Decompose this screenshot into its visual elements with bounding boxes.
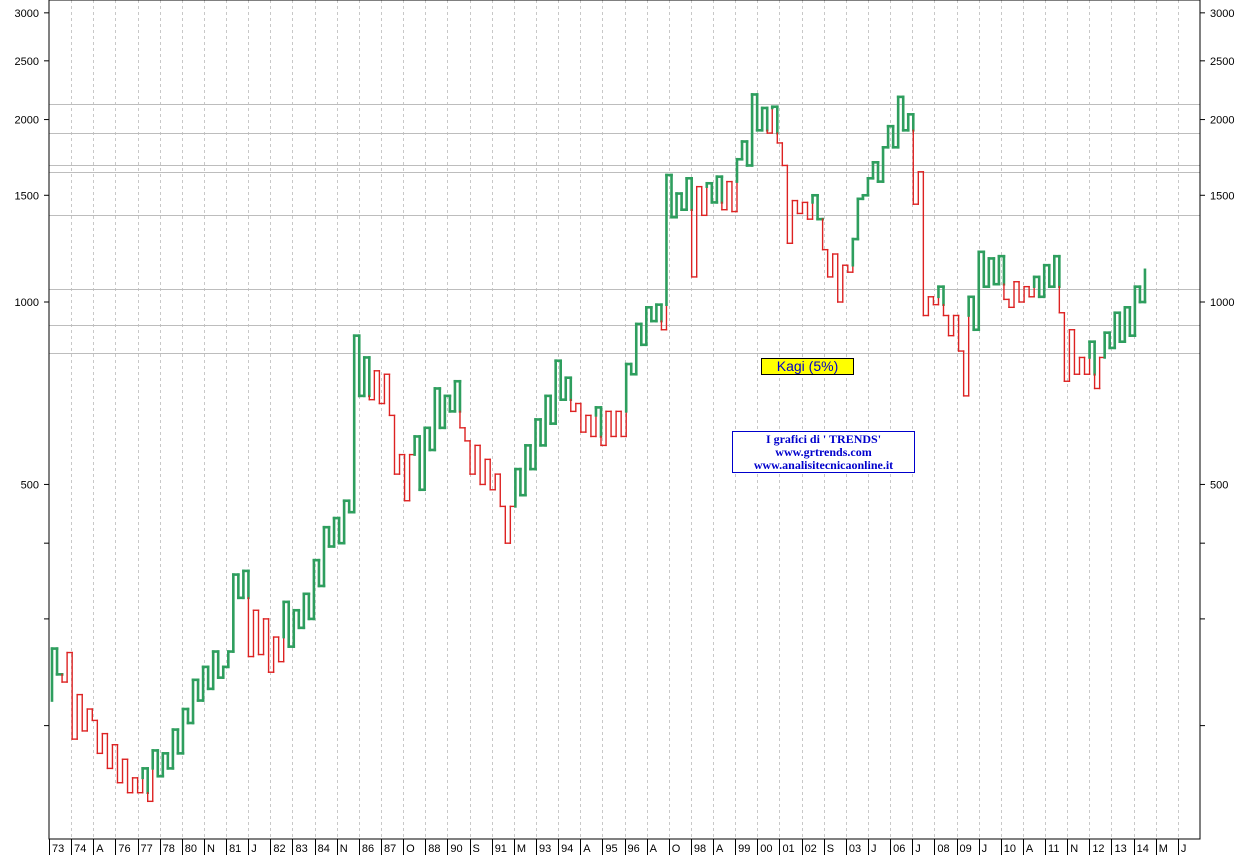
x-tick-label: M (1159, 843, 1168, 855)
x-tick-label: 13 (1114, 843, 1126, 855)
x-tick-label: 86 (362, 843, 374, 855)
x-tick-label: S (473, 843, 480, 855)
x-axis: 73 74 A 76 77 78 80 N 81 J 82 83 84 N 86 87 O 88 90 S 91 M 93 9… (49, 839, 1187, 855)
x-tick-label: 11 (1048, 843, 1059, 855)
info-line-site-2: www.analisitecnicaonline.it (753, 458, 894, 472)
x-tick-label: A (650, 843, 658, 855)
plot-frame (48, 0, 1201, 840)
y-tick-label-left: 1000 (15, 297, 39, 309)
x-tick-label: N (340, 843, 348, 855)
x-tick-label: 76 (118, 843, 130, 855)
x-tick-label: 96 (628, 843, 640, 855)
y-tick-label-right: 1500 (1210, 190, 1234, 202)
x-tick-label: J (871, 843, 877, 855)
source-info-box: I grafici di ' TRENDS' www.grtrends.com … (732, 431, 915, 473)
x-tick-label: O (406, 843, 415, 855)
x-tick-label: N (1070, 843, 1078, 855)
kagi-series (50, 93, 1147, 803)
x-tick-label: J (1181, 843, 1187, 855)
x-tick-label: A (1026, 843, 1034, 855)
x-tick-label: N (207, 843, 215, 855)
x-tick-label: 74 (74, 843, 86, 855)
x-tick-label: 84 (318, 843, 330, 855)
y-tick-label-right: 3000 (1210, 8, 1234, 20)
x-tick-label: 01 (782, 843, 794, 855)
chart-type-badge: Kagi (5%) (761, 358, 854, 375)
x-tick-label: 02 (805, 843, 817, 855)
y-tick-label-right: 1000 (1210, 297, 1234, 309)
y-tick-label-right: 500 (1210, 479, 1228, 491)
x-tick-label: 77 (141, 843, 153, 855)
x-tick-label: 93 (539, 843, 551, 855)
x-tick-label: O (672, 843, 681, 855)
x-tick-label: 08 (937, 843, 949, 855)
x-tick-label: 10 (1004, 843, 1016, 855)
y-tick-label-left: 2000 (15, 115, 39, 127)
x-tick-label: 87 (384, 843, 396, 855)
x-tick-label: 95 (605, 843, 617, 855)
x-tick-label: J (251, 843, 257, 855)
x-tick-label: 99 (738, 843, 750, 855)
x-tick-label: S (827, 843, 834, 855)
y-tick-label-right: 2500 (1210, 56, 1234, 68)
y-axis-left: 3000 2500 2000 1500 1000 500 (15, 8, 49, 727)
x-tick-label: M (517, 843, 526, 855)
x-tick-label: 83 (295, 843, 307, 855)
y-tick-label-left: 500 (21, 479, 39, 491)
y-tick-label-right: 2000 (1210, 115, 1234, 127)
y-tick-label-left: 3000 (15, 8, 39, 20)
y-tick-label-left: 1500 (15, 190, 39, 202)
x-tick-label: 14 (1137, 843, 1149, 855)
x-tick-label: 12 (1092, 843, 1104, 855)
x-tick-label: A (583, 843, 591, 855)
y-tick-label-left: 2500 (15, 56, 39, 68)
x-tick-label: 98 (694, 843, 706, 855)
x-tick-label: 73 (52, 843, 64, 855)
x-tick-label: 94 (561, 843, 573, 855)
x-tick-label: 78 (163, 843, 175, 855)
x-tick-label: 03 (849, 843, 861, 855)
x-tick-label: 88 (428, 843, 440, 855)
x-tick-label: A (716, 843, 724, 855)
x-tick-label: 00 (760, 843, 772, 855)
x-tick-label: 06 (893, 843, 905, 855)
x-tick-label: 80 (185, 843, 197, 855)
x-tick-label: 90 (450, 843, 462, 855)
support-resistance-lines (49, 104, 1200, 354)
grid-layer (71, 0, 1179, 839)
x-tick-label: 09 (960, 843, 972, 855)
kagi-chart: 30002500200015001000500 3000250020001500… (15, 0, 1234, 855)
x-tick-label: 91 (495, 843, 507, 855)
y-axis-right: 3000 2500 2000 1500 1000 500 (1200, 8, 1234, 727)
x-tick-label: J (982, 843, 988, 855)
x-tick-label: A (96, 843, 104, 855)
x-tick-label: J (915, 843, 921, 855)
x-tick-label: 81 (229, 843, 241, 855)
x-tick-label: 82 (273, 843, 285, 855)
